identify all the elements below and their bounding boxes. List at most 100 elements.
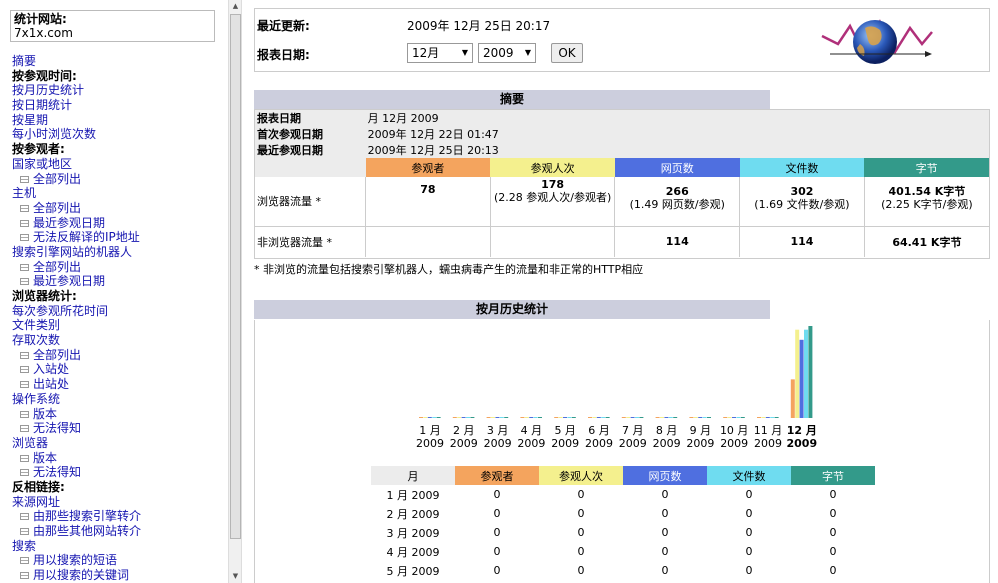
sidebar-item[interactable]: 全部列出 <box>12 201 226 216</box>
table-cell: 0 <box>577 488 585 501</box>
table-cell: 0 <box>661 488 669 501</box>
sidebar-item[interactable]: 版本 <box>12 451 226 466</box>
sidebar-item[interactable]: 由那些搜索引擎转介 <box>12 509 226 524</box>
year-select[interactable]: 2009 ▼ <box>478 43 536 63</box>
sidebar-item[interactable]: 最近参观日期 <box>12 216 226 231</box>
sidebar-item[interactable]: 按月历史统计 <box>12 83 226 98</box>
sidebar-item-label: 全部列出 <box>33 200 82 215</box>
list-icon <box>20 572 29 580</box>
chart-bar <box>466 417 470 418</box>
col-pages: 网页数 <box>614 158 740 177</box>
mcol-visitors: 参观者 <box>455 466 539 485</box>
chart-bar <box>452 417 457 418</box>
sidebar-item[interactable]: 全部列出 <box>12 348 226 363</box>
chart-bar <box>765 417 770 418</box>
monthly-bar-chart: 1 月20092 月20093 月20094 月20095 月20096 月20… <box>416 326 817 450</box>
sidebar-item-label: 无法反解译的IP地址 <box>33 230 140 245</box>
last-update-label: 最近更新: <box>257 19 310 33</box>
chart-x-label: 3 月 <box>487 424 509 437</box>
sidebar-item-label: 全部列出 <box>33 347 82 362</box>
list-icon <box>20 351 29 359</box>
sidebar-item[interactable]: 来源网址 <box>12 495 226 510</box>
sidebar-item[interactable]: 搜索引擎网站的机器人 <box>12 245 226 260</box>
sidebar-item[interactable]: 全部列出 <box>12 260 226 275</box>
sidebar-item[interactable]: 用以搜索的关键词 <box>12 568 226 583</box>
sidebar-item[interactable]: 最近参观日期 <box>12 274 226 289</box>
sidebar-item[interactable]: 无法反解译的IP地址 <box>12 230 226 245</box>
row-nonbrowser-pages: 114 <box>665 235 689 249</box>
period-label: 报表日期 <box>257 112 301 125</box>
table-cell: 2 月 2009 <box>386 507 440 521</box>
sidebar-item[interactable]: 国家或地区 <box>12 157 226 172</box>
sidebar-item[interactable]: 版本 <box>12 407 226 422</box>
table-cell: 0 <box>661 545 669 558</box>
table-cell: 0 <box>493 526 501 539</box>
site-info-box: 统计网站: 7x1x.com <box>10 10 215 42</box>
scrollbar-thumb[interactable] <box>230 14 241 539</box>
ok-button[interactable]: OK <box>551 43 583 63</box>
sidebar-item-label: 按月历史统计 <box>12 83 85 98</box>
sidebar-item-label: 无法得知 <box>33 421 82 436</box>
month-select-value: 12月 <box>412 46 440 60</box>
row-browser-bytes: 401.54 K字节 <box>888 185 966 198</box>
table-cell: 0 <box>829 545 837 558</box>
sidebar-item[interactable]: 无法得知 <box>12 465 226 480</box>
sidebar-item[interactable]: 入站处 <box>12 362 226 377</box>
scroll-up-icon[interactable]: ▲ <box>230 0 241 12</box>
list-icon <box>20 263 29 271</box>
chart-x-year-label: 2009 <box>786 437 817 450</box>
last-visit-value: 2009年 12月 25日 20:13 <box>367 144 499 157</box>
sidebar-item[interactable]: 每次参观所花时间 <box>12 304 226 319</box>
period-value: 月 12月 2009 <box>367 112 439 125</box>
chart-bar <box>689 417 694 418</box>
chart-bar <box>732 417 736 418</box>
scroll-down-icon[interactable]: ▼ <box>230 570 241 582</box>
frame-scrollbar[interactable]: ▲ ▼ <box>228 0 242 583</box>
sidebar-item[interactable]: 用以搜索的短语 <box>12 553 226 568</box>
chart-bar <box>495 417 500 418</box>
sidebar-item[interactable]: 浏览器 <box>12 436 226 451</box>
table-cell: 0 <box>661 564 669 577</box>
chart-bar <box>499 417 504 418</box>
row-nonbrowser-label: 非浏览器流量 * <box>255 226 367 257</box>
table-row: 5 月 2009 0 0 0 0 0 <box>371 561 875 580</box>
sidebar-item-label: 用以搜索的关键词 <box>33 568 130 583</box>
sidebar-item[interactable]: 无法得知 <box>12 421 226 436</box>
chart-bar <box>770 417 775 418</box>
chart-bar <box>461 417 466 418</box>
chart-bar <box>626 417 631 418</box>
sidebar-item[interactable]: 主机 <box>12 186 226 201</box>
chart-bar <box>567 417 572 418</box>
sidebar-item[interactable]: 存取次数 <box>12 333 226 348</box>
chart-x-year-label: 2009 <box>517 437 545 450</box>
row-browser-files-sub: (1.69 文件数/参观) <box>754 198 850 211</box>
sidebar-item[interactable]: 全部列出 <box>12 172 226 187</box>
sidebar-item[interactable]: 按日期统计 <box>12 98 226 113</box>
sidebar-item-label: 搜索 <box>12 538 37 553</box>
sidebar-item[interactable]: 每小时浏览次数 <box>12 127 226 142</box>
sidebar-item-label: 浏览器 <box>12 435 49 450</box>
sidebar-item[interactable]: 文件类别 <box>12 318 226 333</box>
chart-x-label: 12 月 <box>787 424 817 437</box>
sidebar-item[interactable]: 摘要 <box>12 54 226 69</box>
row-browser-files: 302 <box>790 185 814 198</box>
chart-bar <box>563 417 567 418</box>
list-icon <box>20 425 29 433</box>
sidebar-item[interactable]: 出站处 <box>12 377 226 392</box>
sidebar-item[interactable]: 搜索 <box>12 539 226 554</box>
chart-bar <box>588 417 592 418</box>
month-select[interactable]: 12月 ▼ <box>407 43 473 63</box>
chart-x-label: 5 月 <box>554 424 576 437</box>
list-icon <box>20 513 29 521</box>
first-visit-label: 首次参观日期 <box>257 128 323 141</box>
table-cell: 0 <box>829 488 837 501</box>
sidebar-item[interactable]: 由那些其他网站转介 <box>12 524 226 539</box>
sidebar-item-label: 全部列出 <box>33 259 82 274</box>
sidebar-item[interactable]: 按星期 <box>12 113 226 128</box>
sidebar-item-label: 最近参观日期 <box>33 274 106 289</box>
chart-x-label: 2 月 <box>453 424 475 437</box>
mcol-pages: 网页数 <box>623 466 707 485</box>
chart-bar <box>486 417 491 418</box>
list-icon <box>20 454 29 462</box>
sidebar-item[interactable]: 操作系统 <box>12 392 226 407</box>
